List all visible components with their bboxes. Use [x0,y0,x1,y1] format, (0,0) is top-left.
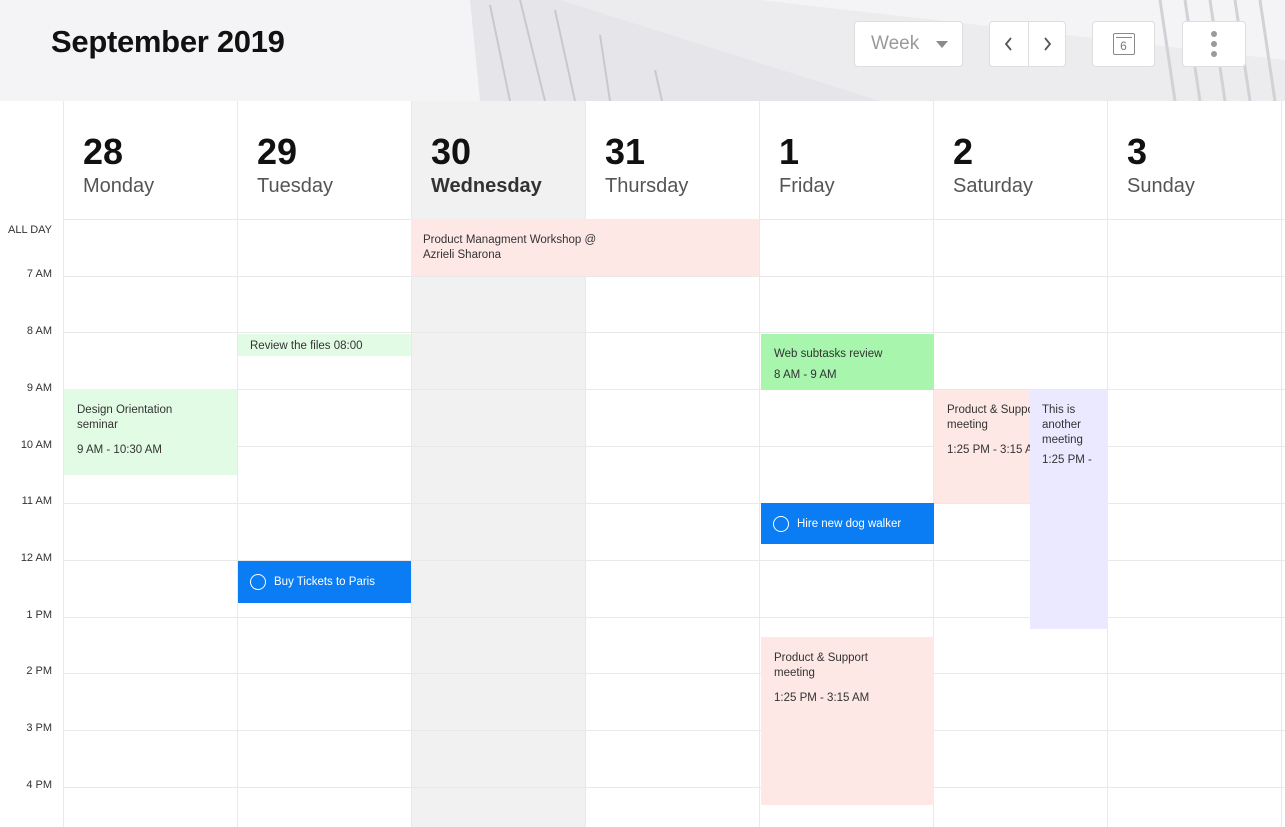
all-day-label: ALL DAY [8,224,53,236]
day-number: 1 [779,131,800,172]
time-label: 11 AM [21,495,52,507]
day-header-friday[interactable]: 1 Friday [759,101,933,219]
circle-icon[interactable] [773,515,789,532]
day-name: Thursday [605,175,689,197]
view-select[interactable]: Week [854,21,963,67]
chevron-right-icon [1044,37,1051,51]
day-header-wednesday[interactable]: 30 Wednesday [411,101,585,219]
event-time: 1:25 PM - [1042,454,1092,466]
day-name: Saturday [953,175,1034,197]
date-navigation [989,21,1066,67]
week-grid: 28 Monday 29 Tuesday 30 Wednesday 31 Thu… [0,101,1285,827]
today-day-number: 6 [1120,38,1127,53]
task-title: Hire new dog walker [797,517,902,530]
row-divider [63,276,1285,277]
column-divider [1281,101,1282,827]
event-time: 1:25 PM - 3:15 AM [774,692,870,704]
calendar-icon: 6 [1112,33,1135,55]
day-header-thursday[interactable]: 31 Thursday [585,101,759,219]
time-label: 3 PM [26,722,52,734]
event-product-management-workshop[interactable]: Product Managment Workshop @ Azrieli Sha… [411,219,759,276]
event-design-orientation-seminar[interactable]: Design Orientation seminar 9 AM - 10:30 … [64,389,237,475]
event-product-support-meeting-saturday[interactable]: Product & Support meeting 1:25 PM - 3:15… [934,390,1030,503]
day-header-sunday[interactable]: 3 Sunday [1107,101,1281,219]
more-dot [1211,41,1217,47]
chevron-down-icon [936,41,948,48]
time-label: 4 PM [26,779,52,791]
time-label: 1 PM [26,609,52,621]
task-title: Buy Tickets to Paris [274,576,375,588]
previous-week-button[interactable] [990,22,1028,66]
circle-icon[interactable] [250,574,266,590]
day-number: 29 [257,131,298,172]
row-divider [63,730,1285,731]
event-time: 9 AM - 10:30 AM [77,444,163,456]
more-dot [1211,51,1217,57]
day-number: 28 [83,131,124,172]
event-review-the-files[interactable]: Review the files 08:00 [238,334,411,356]
day-header-tuesday[interactable]: 29 Tuesday [237,101,411,219]
day-number: 30 [431,131,472,172]
event-title: Web subtasks review [774,348,883,360]
day-name: Friday [779,175,835,197]
time-label: 9 AM [26,382,52,394]
more-vertical-icon [1211,31,1217,37]
today-button[interactable]: 6 [1092,21,1155,67]
time-label: 7 AM [26,268,52,280]
time-label: 12 AM [20,552,52,564]
event-title: Product & Support meeting [774,652,868,679]
row-divider [63,787,1285,788]
row-divider [63,332,1285,333]
time-label: 8 AM [26,325,52,337]
event-title: Product Managment Workshop @ Azrieli Sha… [423,234,597,261]
next-week-button[interactable] [1027,22,1066,66]
day-name: Wednesday [431,175,542,197]
calendar-header: September 2019 Week 6 [0,0,1285,101]
day-name: Monday [83,175,155,197]
day-name: Tuesday [257,175,333,197]
day-number: 2 [953,131,974,172]
event-title: This is another meeting [1042,404,1083,446]
event-another-meeting[interactable]: This is another meeting 1:25 PM - [1030,390,1108,629]
day-number: 3 [1127,131,1148,172]
day-name: Sunday [1127,175,1195,197]
row-divider [63,673,1285,674]
event-time: 1:25 PM - 3:15 AM [947,444,1030,456]
event-title: Review the files 08:00 [250,340,363,352]
day-header-saturday[interactable]: 2 Saturday [933,101,1107,219]
day-header-monday[interactable]: 28 Monday [63,101,237,219]
event-time: 8 AM - 9 AM [774,369,837,381]
task-buy-tickets-to-paris[interactable]: Buy Tickets to Paris [238,561,411,603]
event-title: Product & Support meeting [947,404,1030,431]
task-hire-new-dog-walker[interactable]: Hire new dog walker [761,503,934,544]
day-number: 31 [605,131,646,172]
time-label: 10 AM [20,439,52,451]
event-title: Design Orientation seminar [77,404,173,431]
event-web-subtasks-review[interactable]: Web subtasks review 8 AM - 9 AM [761,334,934,390]
event-product-support-meeting-friday[interactable]: Product & Support meeting 1:25 PM - 3:15… [761,637,934,805]
view-select-label: Week [871,33,920,54]
chevron-left-icon [1004,37,1012,51]
time-label: 2 PM [26,665,52,677]
more-options-button[interactable] [1182,21,1246,67]
page-title: September 2019 [51,24,285,59]
